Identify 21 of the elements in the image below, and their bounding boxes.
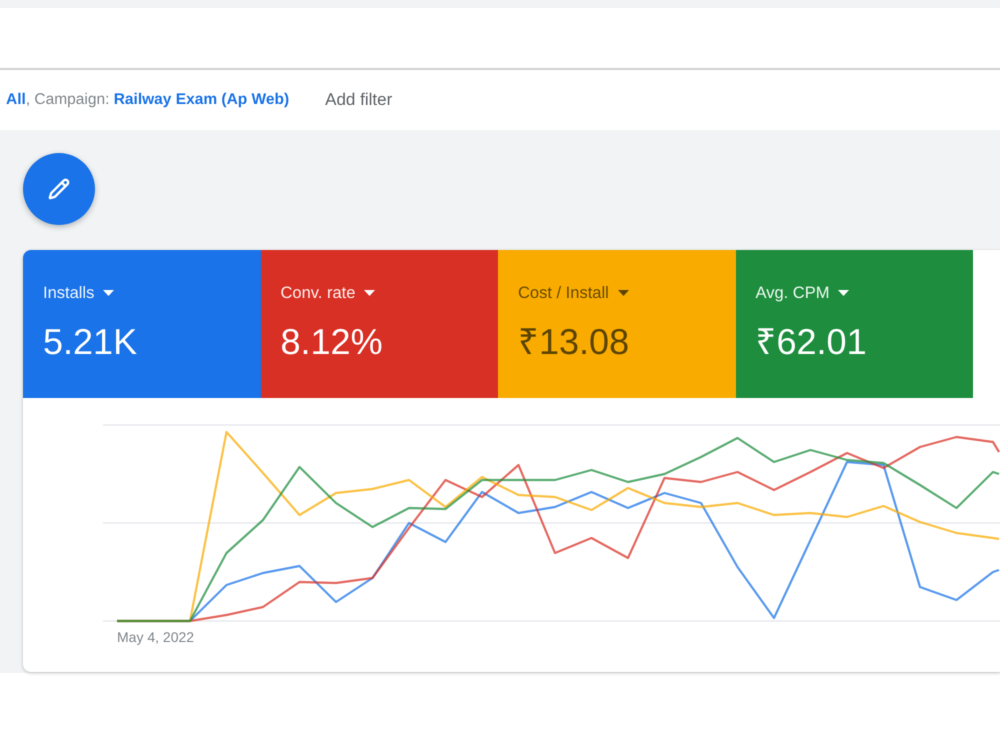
caret-icon[interactable]: [103, 290, 114, 296]
metric-value: ₹62.01: [756, 321, 867, 363]
metric-label: Cost / Install: [518, 284, 609, 302]
metric-card[interactable]: Conv. rate 8.12%: [260, 250, 498, 398]
metric-label: Installs: [43, 284, 94, 302]
metric-card[interactable]: Installs 5.21K: [23, 250, 260, 398]
metric-label: Conv. rate: [280, 284, 356, 302]
edit-button[interactable]: [23, 153, 95, 225]
caret-icon[interactable]: [618, 290, 629, 296]
pencil-icon: [48, 178, 70, 200]
caret-icon[interactable]: [838, 290, 850, 296]
filter-text[interactable]: All, Campaign: Railway Exam (Ap Web): [6, 91, 290, 109]
caret-icon[interactable]: [364, 290, 376, 296]
metric-value: 8.12%: [280, 321, 383, 363]
add-filter-button[interactable]: Add filter: [325, 90, 392, 110]
metric-value: ₹13.08: [518, 321, 630, 363]
metric-card[interactable]: Avg. CPM ₹62.01: [736, 250, 973, 398]
metric-label: Avg. CPM: [756, 284, 830, 302]
metric-value: 5.21K: [43, 321, 138, 363]
metric-card[interactable]: Cost / Install ₹13.08: [498, 250, 736, 398]
axis-label: May 4, 2022: [117, 628, 194, 646]
